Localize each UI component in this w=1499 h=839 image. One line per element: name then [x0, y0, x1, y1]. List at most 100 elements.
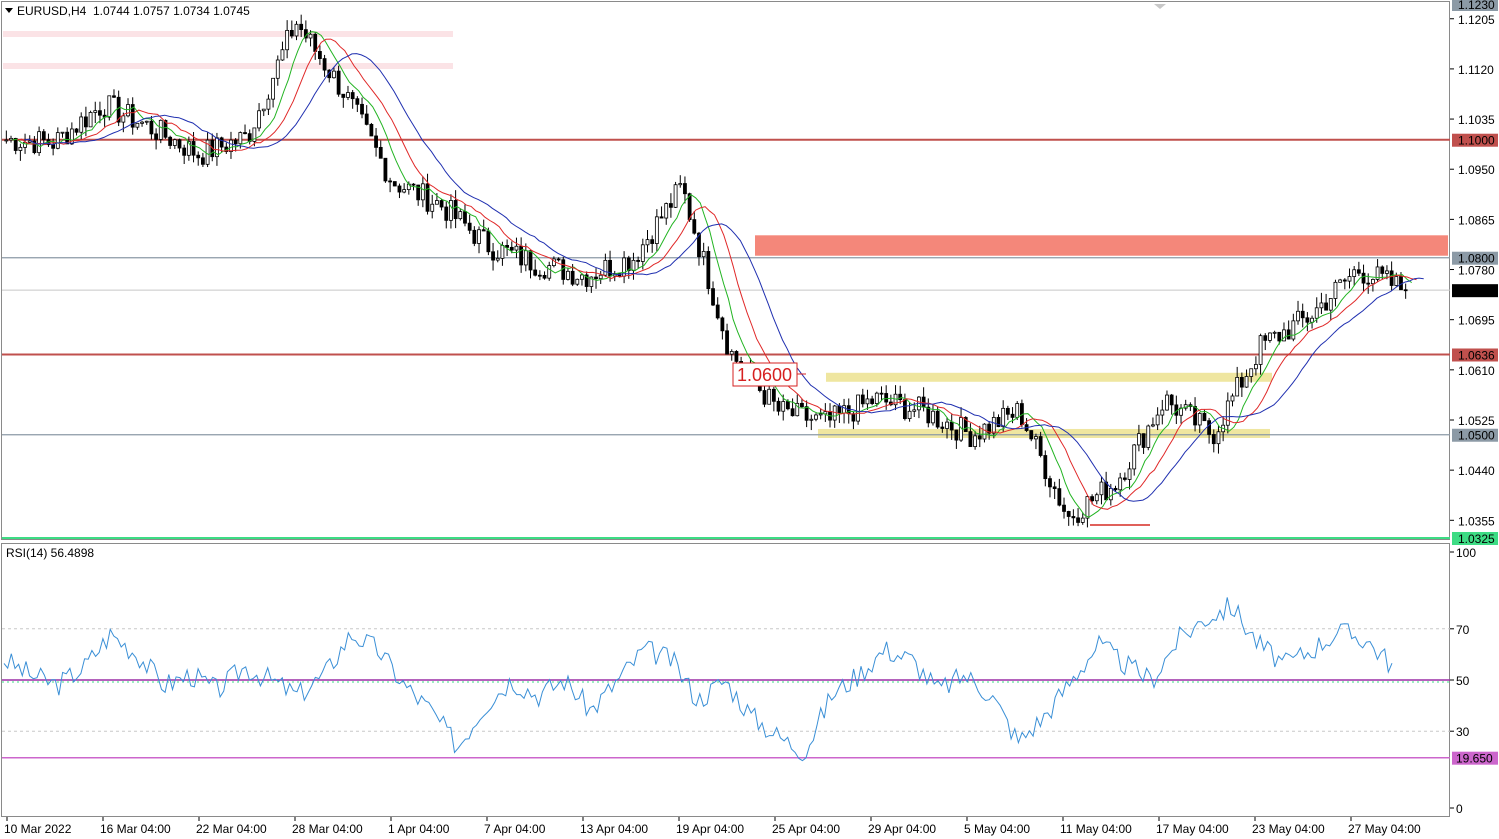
candle-body: [177, 139, 182, 149]
candle-body: [776, 400, 781, 412]
candle-body: [1122, 477, 1127, 480]
candle-body: [1235, 377, 1240, 397]
candle-body: [505, 244, 510, 248]
candle-body: [547, 265, 552, 279]
candle-body: [477, 229, 481, 244]
candle-body: [1062, 504, 1066, 512]
level-badge-text: 1.0636: [1458, 348, 1495, 362]
candle-body: [1225, 400, 1230, 426]
candle-body: [767, 388, 772, 405]
candle-body: [874, 392, 879, 404]
candle-body: [88, 112, 93, 128]
trading-chart[interactable]: 1.12301.10001.08001.07451.06361.05001.03…: [0, 0, 1499, 839]
candle-body: [781, 401, 786, 412]
candle-body: [991, 416, 996, 434]
candle-body: [9, 137, 13, 141]
candle-body: [1132, 444, 1137, 470]
candle-body: [1005, 407, 1010, 415]
candle-body: [1211, 434, 1216, 445]
candle-body: [1352, 269, 1357, 277]
candle-body: [1137, 433, 1141, 446]
price-tick-label: 1.1120: [1458, 63, 1494, 77]
time-tick-label: 23 May 04:00: [1252, 822, 1325, 836]
candle-body: [425, 183, 430, 212]
candle-body: [313, 33, 318, 52]
candle-body: [1085, 496, 1090, 519]
candle-body: [542, 274, 547, 279]
candle-body: [1389, 270, 1394, 286]
candle-body: [729, 351, 734, 355]
candle-body: [182, 147, 187, 156]
level-badge-text: 1.0745: [1458, 284, 1495, 298]
time-tick-label: 19 Apr 04:00: [676, 822, 744, 836]
candle-body: [200, 157, 205, 165]
candle-body: [837, 405, 842, 414]
candle-body: [640, 244, 645, 262]
scroll-marker-icon[interactable]: [1154, 4, 1166, 9]
price-tick-label: 1.0355: [1458, 514, 1495, 528]
candle-body: [219, 137, 224, 148]
candle-body: [355, 98, 360, 105]
candle-body: [865, 398, 870, 405]
candle-body: [257, 110, 261, 129]
candle-body: [51, 144, 56, 149]
candle-body: [907, 410, 912, 419]
ma-fast-line: [12, 31, 1412, 518]
candle-body: [1151, 424, 1155, 427]
triangle-down-icon[interactable]: [5, 8, 13, 13]
candle-body: [519, 245, 524, 266]
candle-body: [79, 116, 84, 133]
candle-body: [439, 200, 444, 208]
candle-body: [879, 392, 884, 395]
candle-body: [514, 245, 519, 251]
rsi-tick-label: 30: [1456, 725, 1470, 739]
candle-body: [982, 423, 987, 440]
candle-body: [645, 239, 650, 246]
candle-body: [725, 330, 729, 355]
candle-body: [388, 180, 393, 183]
candle-body: [168, 136, 173, 146]
price-tick-label: 1.0950: [1458, 163, 1495, 177]
candle-body: [734, 351, 739, 362]
price-tick-label: 1.0695: [1458, 314, 1495, 328]
candle-body: [556, 258, 561, 261]
candle-body: [350, 92, 355, 100]
rsi-tick-label: 0: [1456, 802, 1463, 816]
time-tick-label: 17 May 04:00: [1156, 822, 1229, 836]
candle-body: [1394, 276, 1399, 286]
candle-body: [13, 137, 18, 151]
candle-body: [420, 183, 425, 201]
time-tick-label: 1 Apr 04:00: [388, 822, 450, 836]
candle-body: [495, 257, 500, 261]
candle-body: [580, 274, 584, 280]
candle-body: [1193, 406, 1197, 426]
candle-body: [1342, 279, 1347, 282]
candle-body: [1324, 302, 1328, 311]
candle-body: [1254, 364, 1258, 370]
candle-body: [945, 421, 949, 429]
candle-body: [434, 200, 439, 205]
top-band: [3, 31, 453, 37]
candle-body: [968, 431, 973, 448]
candle-body: [378, 146, 383, 159]
candle-body: [1291, 320, 1296, 340]
candle-body: [912, 409, 917, 412]
candle-body: [1099, 481, 1104, 496]
candle-body: [1048, 478, 1052, 488]
candle-body: [1113, 487, 1118, 491]
rsi-title: RSI(14) 56.4898: [6, 546, 94, 560]
candle-body: [711, 288, 715, 306]
candle-body: [18, 146, 23, 151]
candle-body: [500, 244, 505, 259]
rsi-line: [3, 597, 1393, 762]
candle-body: [486, 230, 491, 253]
level-badge-text: 1.0500: [1458, 429, 1495, 443]
time-tick-label: 11 May 04:00: [1060, 822, 1132, 836]
candle-body: [603, 259, 608, 276]
candle-body: [374, 135, 378, 148]
candle-body: [191, 141, 196, 156]
candle-body: [369, 123, 374, 137]
price-tick-label: 1.1035: [1458, 113, 1495, 127]
candle-body: [285, 29, 290, 51]
candle-body: [60, 131, 65, 134]
